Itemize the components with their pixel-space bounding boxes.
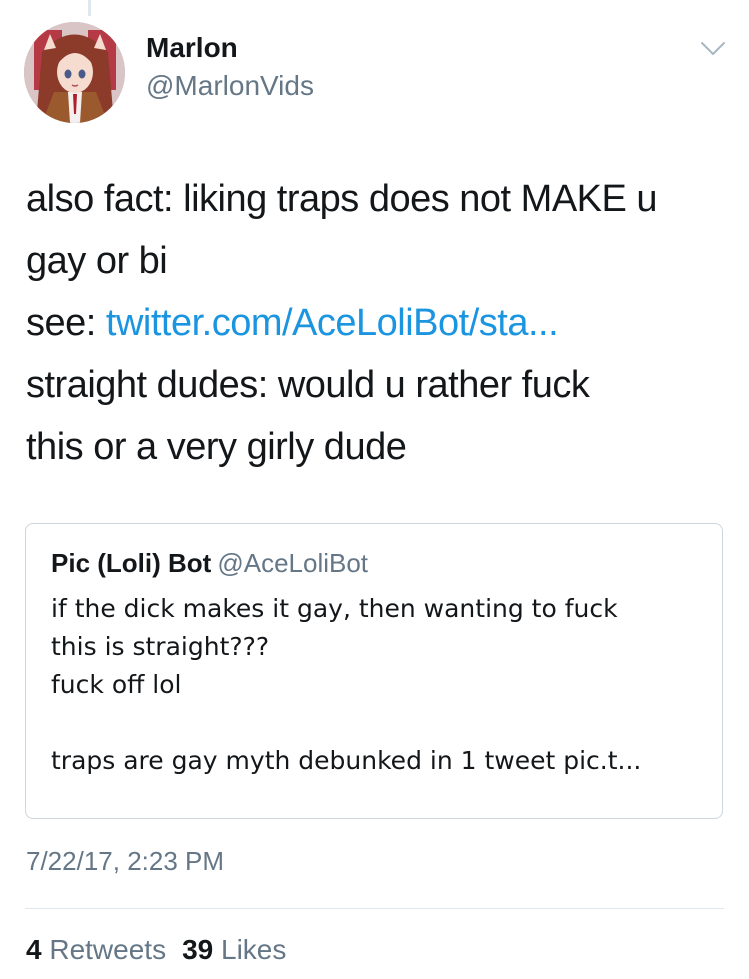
- tweet-line: straight dudes: would u rather fuck: [26, 364, 590, 406]
- tweet-line-prefix: see:: [26, 302, 106, 344]
- quoted-tweet-header: Pic (Loli) Bot @AceLoliBot: [51, 548, 368, 579]
- likes-stat[interactable]: 39 Likes: [182, 934, 286, 965]
- quoted-tweet-text: if the dick makes it gay, then wanting t…: [51, 590, 711, 780]
- tweet-stats: 4 Retweets 39 Likes: [26, 934, 286, 966]
- likes-count: 39: [182, 934, 214, 965]
- chevron-down-icon[interactable]: [700, 40, 726, 58]
- divider: [25, 908, 724, 909]
- tweet-text: also fact: liking traps does not MAKE u …: [26, 168, 726, 478]
- quoted-author-name: Pic (Loli) Bot: [51, 548, 212, 578]
- tweet-link[interactable]: twitter.com/AceLoliBot/sta...: [106, 302, 559, 344]
- quoted-tweet-line: fuck off lol: [51, 670, 182, 699]
- author-handle[interactable]: @MarlonVids: [146, 70, 314, 102]
- likes-label: Likes: [221, 934, 287, 965]
- retweets-label: Retweets: [49, 934, 167, 965]
- avatar-image: [24, 22, 125, 123]
- tweet-timestamp[interactable]: 7/22/17, 2:23 PM: [26, 846, 224, 877]
- thread-connector-line: [88, 0, 91, 16]
- tweet-line: also fact: liking traps does not MAKE u: [26, 178, 658, 220]
- retweets-count: 4: [26, 934, 42, 965]
- quoted-author-handle: @AceLoliBot: [217, 548, 369, 578]
- retweets-stat[interactable]: 4 Retweets: [26, 934, 166, 965]
- tweet-line: gay or bi: [26, 240, 168, 282]
- tweet-line: this or a very girly dude: [26, 426, 407, 468]
- quoted-tweet-line: if the dick makes it gay, then wanting t…: [51, 594, 618, 623]
- author-display-name[interactable]: Marlon: [146, 32, 238, 64]
- tweet-line: see: twitter.com/AceLoliBot/sta...: [26, 292, 726, 354]
- quoted-tweet-line: traps are gay myth debunked in 1 tweet p…: [51, 746, 642, 775]
- quoted-tweet-card[interactable]: Pic (Loli) Bot @AceLoliBot if the dick ma…: [25, 523, 723, 819]
- quoted-tweet-line: [51, 704, 711, 742]
- quoted-tweet-line: this is straight???: [51, 632, 270, 661]
- avatar[interactable]: [24, 22, 125, 123]
